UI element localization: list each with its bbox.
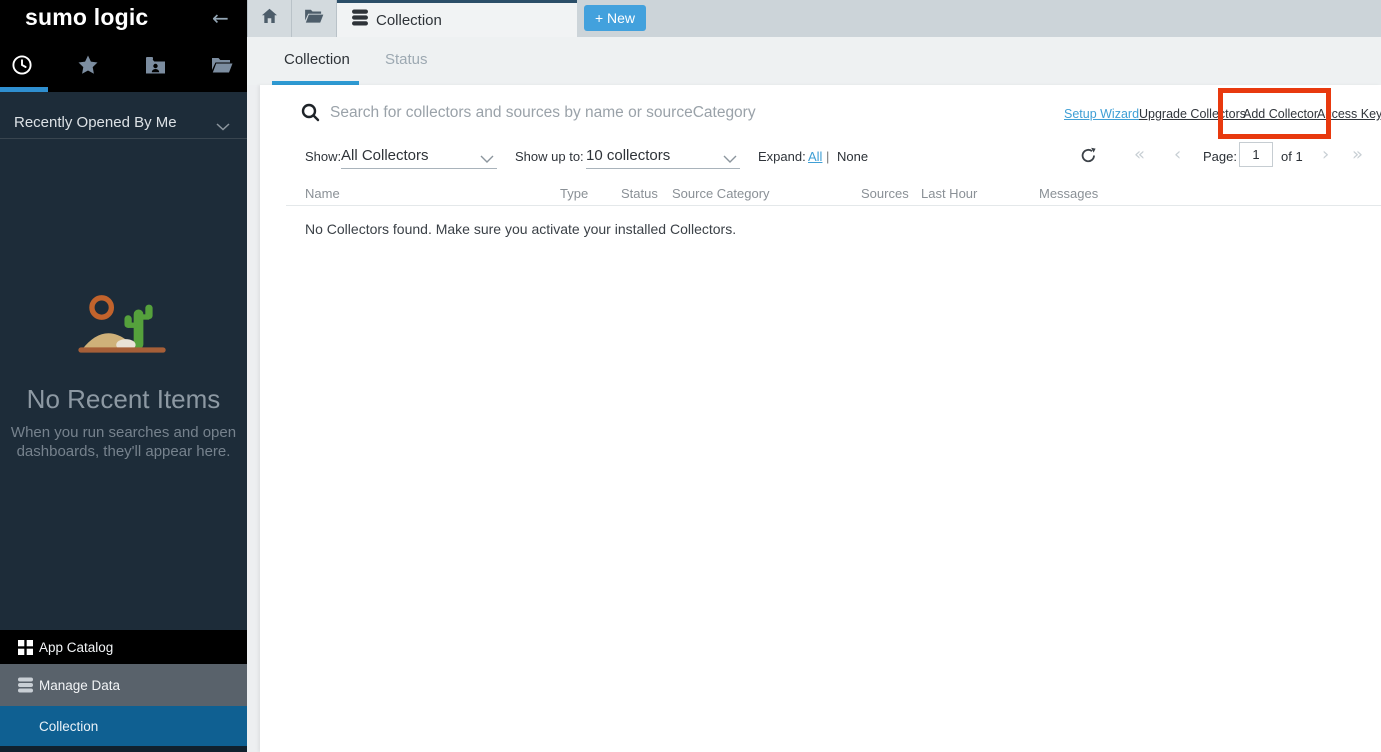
database-icon [18, 677, 33, 693]
recently-opened-label: Recently Opened By Me [14, 114, 177, 131]
empty-state-subtitle-line2: dashboards, they'll appear here. [0, 443, 247, 460]
column-header-name: Name [305, 186, 340, 201]
database-icon [352, 9, 368, 31]
app-window: sumo logic ← Recently Opened By Me [0, 0, 1381, 752]
desert-empty-state-illustration [74, 292, 172, 363]
column-header-status: Status [621, 186, 658, 201]
column-header-type: Type [560, 186, 588, 201]
setup-wizard-link[interactable]: Setup Wizard [1064, 107, 1139, 121]
expand-none-link[interactable]: None [837, 149, 868, 164]
sidebar-item-label: App Catalog [39, 640, 113, 655]
collection-panel [260, 85, 1381, 752]
sidebar-item-manage-data[interactable]: Manage Data [0, 664, 247, 706]
search-input[interactable] [330, 101, 1020, 125]
sidebar-next-item-edge [0, 746, 247, 752]
refresh-icon[interactable] [1080, 147, 1097, 169]
page-total-label: of 1 [1281, 149, 1303, 164]
collapse-sidebar-icon[interactable]: ← [212, 6, 229, 30]
expand-separator: | [826, 149, 829, 164]
library-tab-button[interactable] [292, 0, 337, 37]
favorites-star-icon[interactable] [76, 53, 100, 77]
sidebar-item-collection[interactable]: Collection [0, 706, 247, 746]
column-header-source-category: Source Category [672, 186, 770, 201]
column-header-last-hour: Last Hour [921, 186, 977, 201]
upgrade-collectors-link[interactable]: Upgrade Collectors [1139, 107, 1246, 121]
dropdown-underline [341, 168, 497, 169]
tab-label: Collection [376, 12, 442, 29]
expand-label: Expand: [758, 149, 806, 164]
table-header-divider [286, 205, 1381, 206]
recently-opened-dropdown[interactable]: Recently Opened By Me [0, 99, 247, 139]
personal-folder-icon[interactable] [143, 53, 167, 77]
recents-clock-icon[interactable] [10, 53, 34, 77]
access-keys-link[interactable]: Access Keys [1317, 107, 1381, 121]
chevron-down-icon[interactable] [723, 151, 737, 169]
empty-state-subtitle-line1: When you run searches and open [0, 424, 247, 441]
sidebar-header: sumo logic ← [0, 0, 247, 92]
home-button[interactable] [247, 0, 292, 37]
chevron-down-icon[interactable] [480, 151, 494, 169]
first-page-button[interactable]: « [1134, 144, 1145, 165]
sumo-logic-logo: sumo logic [25, 4, 148, 31]
sidebar: sumo logic ← Recently Opened By Me [0, 0, 247, 752]
show-up-to-dropdown[interactable]: 10 collectors [586, 147, 670, 164]
sidebar-item-app-catalog[interactable]: App Catalog [0, 630, 247, 664]
show-filter-dropdown[interactable]: All Collectors [341, 147, 429, 164]
show-up-to-label: Show up to: [515, 149, 584, 164]
dropdown-underline [586, 168, 740, 169]
column-header-sources: Sources [861, 186, 909, 201]
no-recent-items-title: No Recent Items [0, 384, 247, 415]
chevron-down-icon [216, 118, 230, 136]
home-icon [261, 8, 278, 29]
page-label: Page: [1203, 149, 1237, 164]
next-page-button[interactable]: › [1322, 144, 1329, 165]
folder-icon [304, 8, 324, 29]
column-header-messages: Messages [1039, 186, 1098, 201]
last-page-button[interactable]: » [1352, 144, 1363, 165]
page-number-input[interactable] [1239, 142, 1273, 167]
previous-page-button[interactable]: ‹ [1174, 144, 1181, 165]
panel-gutter [247, 85, 260, 752]
tab-status-page[interactable]: Status [385, 51, 428, 68]
new-button[interactable]: + New [584, 5, 646, 31]
grid-icon [18, 640, 33, 655]
tab-collection[interactable]: Collection [337, 0, 577, 37]
expand-all-link[interactable]: All [808, 149, 822, 164]
sidebar-item-label: Manage Data [39, 678, 120, 693]
active-nav-underline [0, 87, 48, 92]
sidebar-item-label: Collection [39, 719, 98, 734]
tab-collection-page[interactable]: Collection [284, 51, 350, 68]
search-icon [301, 103, 320, 127]
library-folder-icon[interactable] [210, 53, 234, 77]
show-filter-label: Show: [305, 149, 341, 164]
add-collector-link[interactable]: Add Collector [1243, 107, 1318, 121]
empty-table-message: No Collectors found. Make sure you activ… [305, 221, 736, 237]
